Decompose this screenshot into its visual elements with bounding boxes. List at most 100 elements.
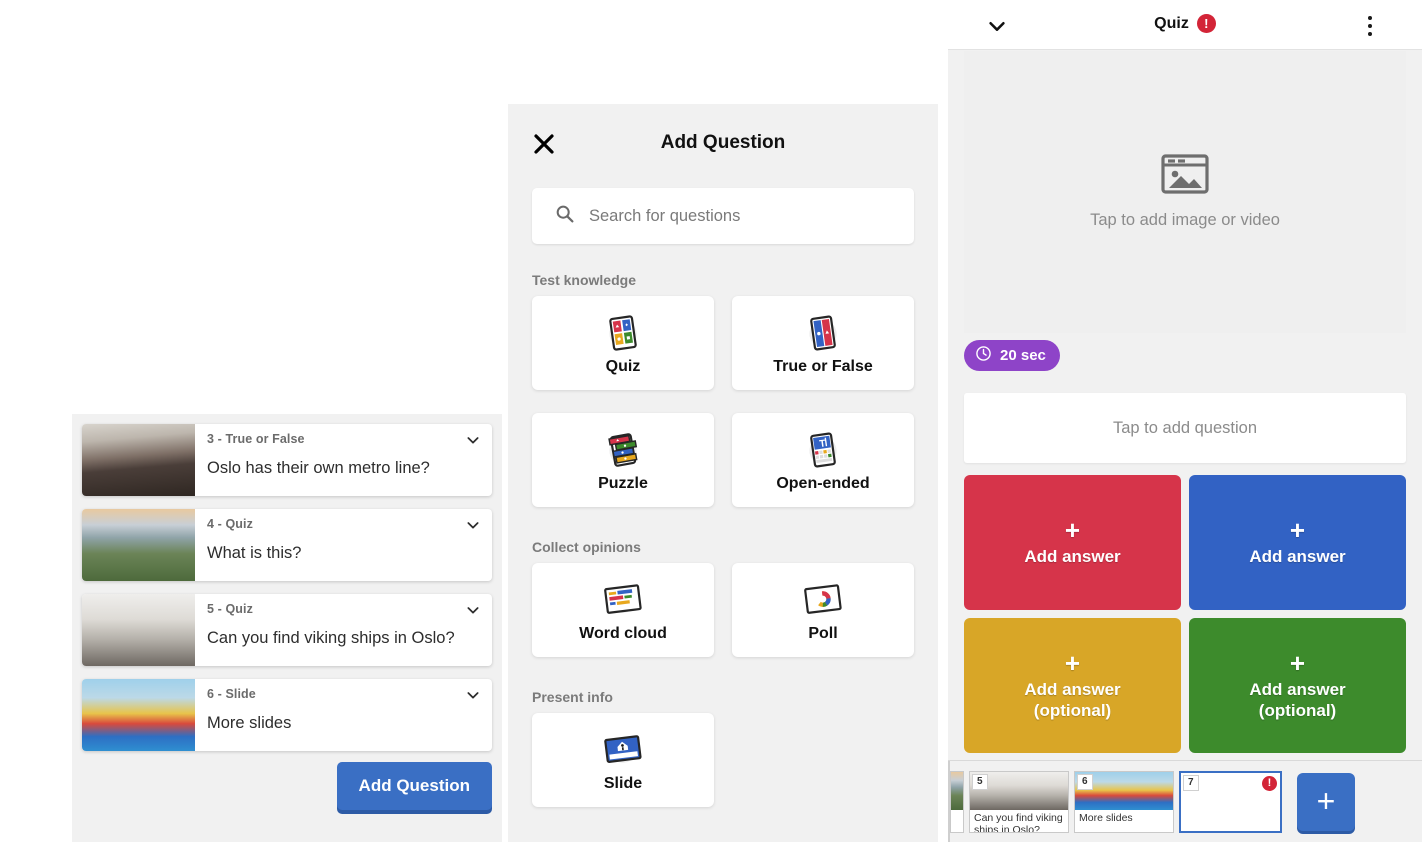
- puzzle-icon: [603, 427, 643, 473]
- question-thumbnail: [82, 594, 195, 666]
- add-question-button[interactable]: Add Question: [336, 762, 492, 810]
- app-root: 3 - True or False Oslo has their own metr…: [0, 0, 1422, 842]
- editor-header: Quiz !: [948, 0, 1422, 50]
- slide-number: 5: [972, 773, 988, 790]
- add-answer-tile[interactable]: + Add answer (optional): [1189, 618, 1406, 753]
- chevron-down-icon[interactable]: [465, 687, 481, 703]
- section-label-collect-opinions: Collect opinions: [532, 539, 641, 555]
- timer-label: 20 sec: [1000, 347, 1046, 364]
- question-thumbnail: [82, 509, 195, 581]
- question-meta: 4 - Quiz: [207, 517, 253, 531]
- menu-dot: [1368, 16, 1372, 20]
- filmstrip-slide[interactable]: 5 Can you find viking ships in Oslo?: [969, 770, 1069, 833]
- question-type-card-poll[interactable]: Poll: [732, 563, 914, 657]
- chevron-down-icon[interactable]: [465, 602, 481, 618]
- question-title: Can you find viking ships in Oslo?: [207, 629, 455, 647]
- question-type-label: Puzzle: [598, 475, 648, 492]
- question-meta: 6 - Slide: [207, 687, 256, 701]
- answers-grid: + Add answer + Add answer + Add answer (option…: [964, 475, 1406, 753]
- menu-dot: [1368, 32, 1372, 36]
- modal-title: Add Question: [660, 132, 786, 153]
- question-title: Oslo has their own metro line?: [207, 459, 430, 477]
- question-list-item[interactable]: 6 - Slide More slides: [82, 679, 492, 751]
- clock-icon: [975, 345, 992, 366]
- slide-number: 6: [1077, 773, 1093, 790]
- question-type-label: Poll: [808, 625, 838, 642]
- type-card-row: Puzzle T Open-ended: [508, 413, 938, 507]
- add-answer-tile[interactable]: + Add answer (optional): [964, 618, 1181, 753]
- true-false-icon: [803, 310, 843, 356]
- section-label-present-info: Present info: [532, 689, 613, 705]
- add-answer-label: Add answer (optional): [1249, 679, 1346, 720]
- kebab-menu-icon[interactable]: [1368, 12, 1372, 40]
- media-dropzone[interactable]: Tap to add image or video: [964, 51, 1406, 333]
- modal-header: Add Question: [508, 104, 938, 180]
- editor-title-group: Quiz !: [948, 14, 1422, 33]
- question-type-label: Slide: [603, 775, 643, 792]
- search-box[interactable]: [532, 188, 914, 244]
- menu-dot: [1368, 24, 1372, 28]
- chevron-down-icon[interactable]: [465, 432, 481, 448]
- add-answer-tile[interactable]: + Add answer: [964, 475, 1181, 610]
- question-body: 3 - True or False Oslo has their own metr…: [195, 424, 492, 496]
- question-type-card-true-or-false[interactable]: True or False: [732, 296, 914, 390]
- media-placeholder-label: Tap to add image or video: [1090, 211, 1280, 229]
- search-input[interactable]: [589, 206, 914, 226]
- question-meta: 3 - True or False: [207, 432, 305, 446]
- add-answer-tile[interactable]: + Add answer: [1189, 475, 1406, 610]
- timer-badge[interactable]: 20 sec: [964, 340, 1060, 371]
- slide-icon: [601, 727, 645, 773]
- open-ended-icon: T: [803, 427, 843, 473]
- question-thumbnail: [82, 424, 195, 496]
- question-meta: 5 - Quiz: [207, 602, 253, 616]
- section-collect-opinions: Collect opinions Word cloud Poll: [508, 539, 938, 657]
- question-list-item[interactable]: 3 - True or False Oslo has their own metr…: [82, 424, 492, 496]
- slide-number: 7: [1183, 774, 1199, 791]
- poll-icon: [801, 577, 845, 623]
- type-card-row: Word cloud Poll: [508, 563, 938, 657]
- question-type-card-puzzle[interactable]: Puzzle: [532, 413, 714, 507]
- chevron-down-icon[interactable]: [465, 517, 481, 533]
- add-answer-label: Add answer (optional): [1024, 679, 1121, 720]
- question-editor-panel: Quiz ! Tap to add image or video 20 sec …: [948, 0, 1422, 842]
- slide-thumbnail: [951, 771, 963, 810]
- question-title: More slides: [207, 714, 292, 732]
- question-list-item[interactable]: 5 - Quiz Can you find viking ships in Osl…: [82, 594, 492, 666]
- filmstrip-slide[interactable]: [950, 770, 964, 833]
- question-body: 6 - Slide More slides: [195, 679, 492, 751]
- add-answer-label: Add answer: [1024, 547, 1121, 567]
- add-answer-label: Add answer: [1249, 547, 1346, 567]
- slide-filmstrip[interactable]: 5 Can you find viking ships in Oslo? 6 More…: [948, 760, 1422, 842]
- slide-caption: Can you find viking ships in Oslo?: [974, 811, 1063, 833]
- question-list-item[interactable]: 4 - Quiz What is this?: [82, 509, 492, 581]
- question-type-card-quiz[interactable]: Quiz: [532, 296, 714, 390]
- question-body: 4 - Quiz What is this?: [195, 509, 492, 581]
- question-input[interactable]: Tap to add question: [964, 393, 1406, 463]
- filmstrip-slide[interactable]: 7!: [1179, 770, 1282, 833]
- word-cloud-icon: [601, 577, 645, 623]
- add-question-modal: Add Question Test knowledge Quiz True or …: [508, 104, 938, 842]
- type-card-row: Quiz True or False: [508, 296, 938, 390]
- add-slide-button[interactable]: +: [1297, 772, 1355, 831]
- question-type-card-slide[interactable]: Slide: [532, 713, 714, 807]
- question-type-label: Quiz: [605, 358, 641, 375]
- type-card-row: Slide: [508, 713, 938, 807]
- question-list-panel: 3 - True or False Oslo has their own metr…: [72, 414, 502, 842]
- slide-caption: More slides: [1079, 811, 1133, 824]
- plus-icon: +: [1289, 647, 1306, 678]
- question-title: What is this?: [207, 544, 302, 562]
- question-list: 3 - True or False Oslo has their own metr…: [82, 424, 492, 764]
- image-placeholder-icon: [1161, 154, 1209, 199]
- section-present-info: Present info Slide: [508, 689, 938, 807]
- question-type-label: True or False: [773, 358, 873, 375]
- question-type-card-word-cloud[interactable]: Word cloud: [532, 563, 714, 657]
- editor-title: Quiz: [1154, 14, 1189, 32]
- question-type-label: Word cloud: [579, 625, 667, 642]
- filmstrip-slide[interactable]: 6 More slides: [1074, 770, 1174, 833]
- filmstrip-slides: 5 Can you find viking ships in Oslo? 6 More…: [950, 770, 1282, 833]
- plus-icon: +: [1289, 515, 1306, 546]
- question-type-label: Open-ended: [776, 475, 870, 492]
- question-thumbnail: [82, 679, 195, 751]
- section-test-knowledge: Test knowledge Quiz True or False Puzzle T…: [508, 272, 938, 507]
- question-type-card-open-ended[interactable]: T Open-ended: [732, 413, 914, 507]
